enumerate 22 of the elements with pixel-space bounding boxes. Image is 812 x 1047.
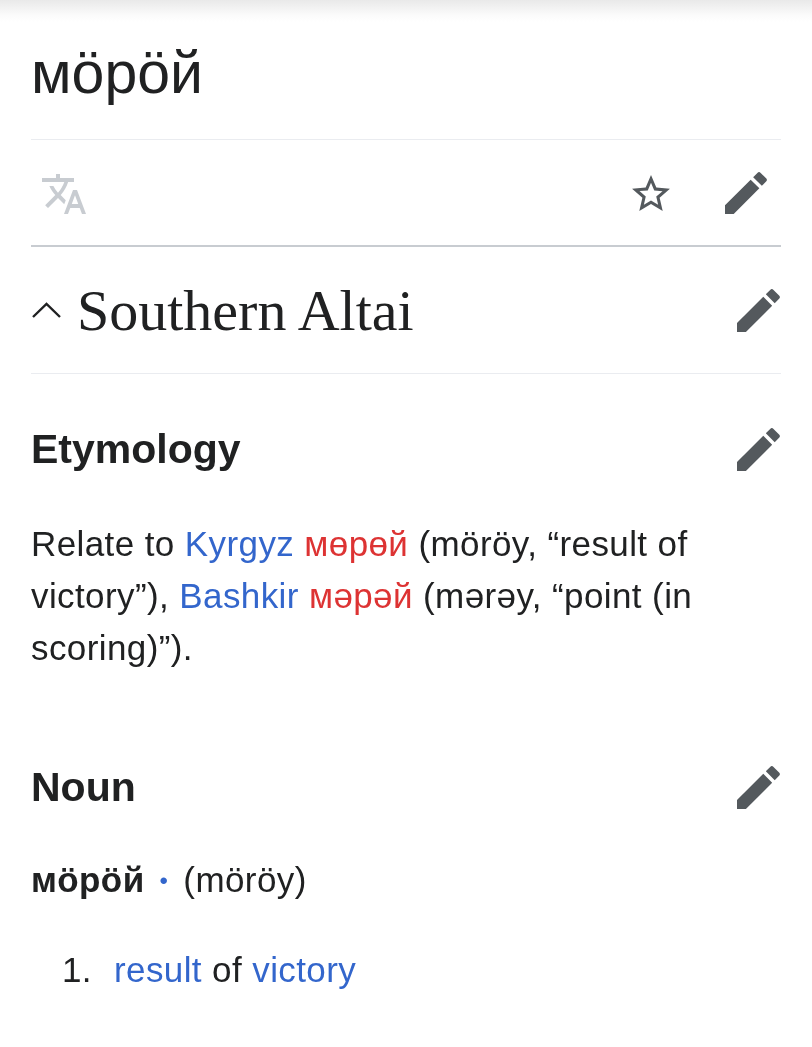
edit-icon[interactable] bbox=[737, 288, 780, 332]
caret-icon[interactable] bbox=[31, 301, 62, 319]
transliteration: (möröy) bbox=[183, 860, 307, 899]
definition-text: result of victory bbox=[114, 949, 357, 991]
star-icon[interactable] bbox=[632, 174, 670, 211]
text-link[interactable]: victory bbox=[252, 950, 357, 989]
section-heading: Noun bbox=[31, 763, 136, 811]
page-title: мӧрӧй bbox=[31, 40, 204, 107]
edit-icon[interactable] bbox=[737, 427, 780, 471]
edit-icon[interactable] bbox=[737, 765, 780, 809]
text-link[interactable]: Bashkir bbox=[179, 576, 299, 615]
text-link[interactable]: result bbox=[114, 950, 202, 989]
definition-number: 1. bbox=[62, 949, 92, 991]
etymology-text: Relate to Kyrgyz мөрөй (möröy, “result of victory”), Bashkir мәрәй (mərəy, “point (in scoring)”). bbox=[31, 523, 694, 669]
language-heading: Southern Altai bbox=[77, 276, 415, 344]
edit-icon[interactable] bbox=[725, 171, 767, 214]
missing-page-link[interactable]: мәрәй bbox=[308, 576, 413, 615]
section-heading: Etymology bbox=[31, 425, 241, 473]
missing-page-link[interactable]: мөрөй bbox=[304, 524, 409, 563]
headword: мӧрӧй bbox=[31, 860, 145, 899]
bullet-separator: • bbox=[159, 867, 169, 894]
text-link[interactable]: Kyrgyz bbox=[184, 524, 295, 563]
